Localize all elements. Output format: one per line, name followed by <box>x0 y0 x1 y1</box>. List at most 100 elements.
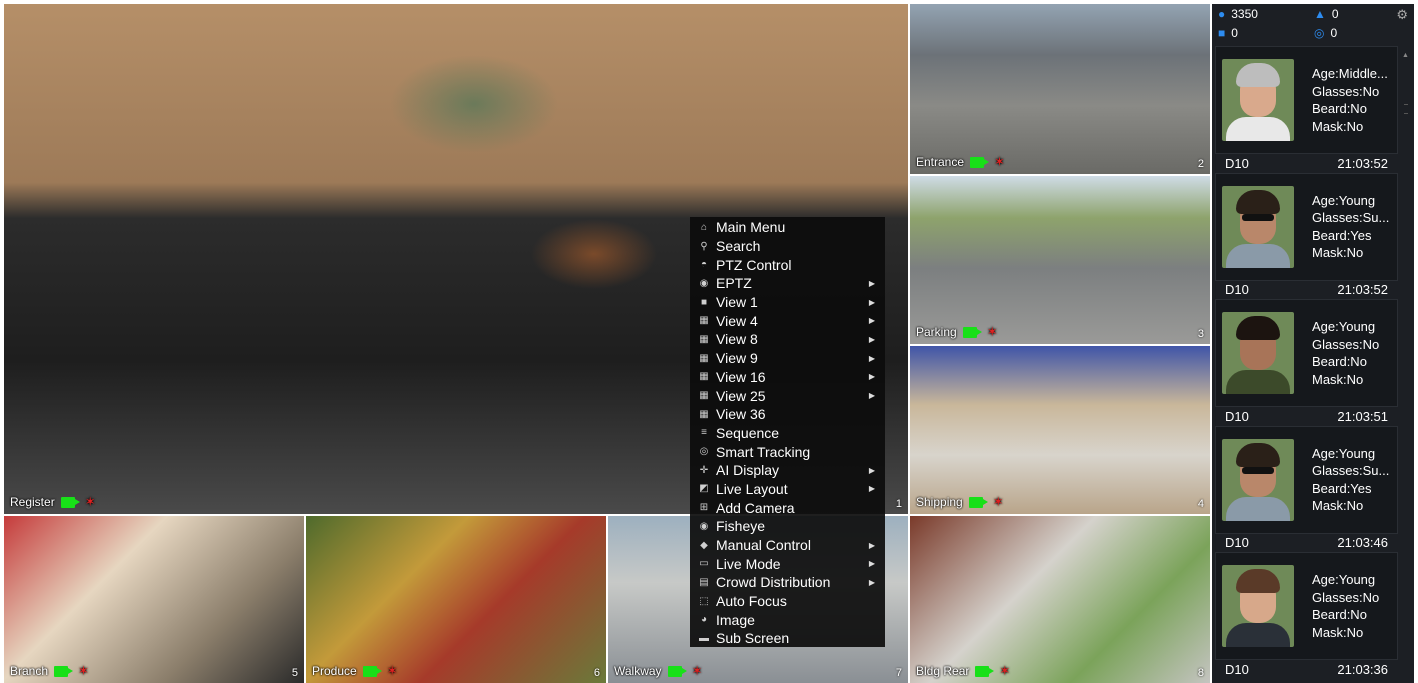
menu-item-label: EPTZ <box>716 275 752 292</box>
menu-item-add-camera[interactable]: ⊞ Add Camera <box>690 498 885 517</box>
people-count: ● 3350 <box>1218 7 1258 21</box>
channel-number: 2 <box>1197 158 1204 170</box>
sub-screen-icon: ▬ <box>699 632 709 644</box>
menu-item-ptz-control[interactable]: ◓ PTZ Control <box>690 255 885 274</box>
face-attributes: Age:Young Glasses:Su... Beard:Yes Mask:N… <box>1312 445 1394 515</box>
menu-item-fisheye[interactable]: ◉ Fisheye <box>690 517 885 536</box>
vehicle-count-value: 0 <box>1231 26 1238 40</box>
gear-icon[interactable]: ⚙ <box>1396 7 1408 23</box>
face-card-body: Age:Young Glasses:No Beard:No Mask:No <box>1215 299 1398 407</box>
bike-icon: ◎ <box>1314 26 1325 40</box>
camera-feed <box>910 176 1210 344</box>
chevron-right-icon: ▶ <box>868 372 875 382</box>
camera-name: Walkway <box>614 664 662 678</box>
channel-number: 3 <box>1197 328 1204 340</box>
menu-item-live-layout[interactable]: ◩ Live Layout ▶ <box>690 480 885 499</box>
camera-feed <box>910 346 1210 514</box>
menu-item-label: View 4 <box>716 312 758 329</box>
menu-item-crowd-distribution[interactable]: ▤ Crowd Distribution ▶ <box>690 573 885 592</box>
face-card-body: Age:Young Glasses:Su... Beard:Yes Mask:N… <box>1215 172 1398 281</box>
ptz-icon: ◓ <box>700 259 708 271</box>
menu-item-main-menu[interactable]: ⌂ Main Menu <box>690 218 885 237</box>
channel-number: 6 <box>593 667 600 679</box>
camera-view-2[interactable]: Entrance ✶ 2 <box>910 4 1210 174</box>
face-footer: D10 21:03:51 <box>1215 407 1398 425</box>
motion-detect-icon: ✶ <box>691 663 703 678</box>
menu-item-label: View 9 <box>716 350 758 367</box>
view9-icon: ▦ <box>699 352 709 364</box>
camera-name: Produce <box>312 664 357 678</box>
menu-item-image[interactable]: ◕ Image <box>690 610 885 629</box>
camera-feed <box>910 516 1210 683</box>
chevron-right-icon: ▶ <box>868 577 875 587</box>
face-attributes: Age:Middle... Glasses:No Beard:No Mask:N… <box>1312 65 1394 135</box>
face-glasses: Glasses:No <box>1312 83 1380 99</box>
camera-view-4[interactable]: Shipping ✶ 4 <box>910 346 1210 514</box>
camera-view-6[interactable]: Produce ✶ 6 <box>306 516 606 683</box>
menu-item-view-25[interactable]: ▦ View 25 ▶ <box>690 386 885 405</box>
face-hair <box>1236 442 1280 467</box>
camera-feed <box>4 516 304 683</box>
face-detection-panel: ● 3350 ▲ 0 ■ 0 ◎ 0 ⚙ Age:Middle... Glasses:N… <box>1212 4 1414 683</box>
camera-view-3[interactable]: Parking ✶ 3 <box>910 176 1210 344</box>
motion-detect-icon: ✶ <box>992 494 1004 509</box>
menu-item-view-16[interactable]: ▦ View 16 ▶ <box>690 368 885 387</box>
face-hair <box>1236 63 1280 87</box>
sunglasses-mark <box>1242 213 1274 221</box>
menu-item-view-9[interactable]: ▦ View 9 ▶ <box>690 349 885 368</box>
face-channel: D10 <box>1225 535 1249 550</box>
face-card[interactable]: Age:Young Glasses:No Beard:No Mask:No D1… <box>1215 299 1398 426</box>
face-card[interactable]: Age:Young Glasses:Su... Beard:Yes Mask:N… <box>1215 172 1398 300</box>
menu-item-label: AI Display <box>716 462 780 479</box>
face-footer: D10 21:03:46 <box>1215 534 1398 552</box>
record-icon <box>362 665 382 677</box>
context-menu: ⌂ Main Menu ⚲ Search ◓ PTZ Control ◉ EPTZ ▶ ■ View… <box>690 217 885 647</box>
menu-item-view-8[interactable]: ▦ View 8 ▶ <box>690 330 885 349</box>
face-hair <box>1236 189 1280 214</box>
scroll-up-icon[interactable]: ▲ <box>1402 52 1409 59</box>
manual-control-icon: ◆ <box>700 539 708 551</box>
camera-label: Bldg Rear ✶ <box>916 663 1010 679</box>
menu-item-label: Live Mode <box>716 555 781 572</box>
menu-item-eptz[interactable]: ◉ EPTZ ▶ <box>690 274 885 293</box>
scrollbar[interactable] <box>1400 46 1410 676</box>
menu-item-label: Search <box>716 238 761 255</box>
menu-item-ai-display[interactable]: ✛ AI Display ▶ <box>690 461 885 480</box>
face-mask: Mask:No <box>1312 498 1364 513</box>
menu-item-smart-tracking[interactable]: ◎ Smart Tracking <box>690 442 885 461</box>
menu-item-search[interactable]: ⚲ Search <box>690 237 885 256</box>
face-card-body: Age:Young Glasses:Su... Beard:Yes Mask:N… <box>1215 425 1398 534</box>
face-body <box>1226 370 1290 394</box>
face-card[interactable]: Age:Young Glasses:Su... Beard:Yes Mask:N… <box>1215 425 1398 553</box>
nonmotor-count-value: 0 <box>1331 7 1339 21</box>
menu-item-view-36[interactable]: ▦ View 36 <box>690 405 885 424</box>
ai-display-icon: ✛ <box>699 464 709 476</box>
record-icon <box>54 665 74 677</box>
face-beard: Beard:Yes <box>1312 480 1372 496</box>
crowd-icon: ▤ <box>699 576 709 588</box>
chevron-right-icon: ▶ <box>868 353 875 363</box>
menu-item-manual-control[interactable]: ◆ Manual Control ▶ <box>690 536 885 555</box>
chevron-right-icon: ▶ <box>868 278 875 288</box>
camera-view-8[interactable]: Bldg Rear ✶ 8 <box>910 516 1210 683</box>
camera-view-5[interactable]: Branch ✶ 5 <box>4 516 304 683</box>
menu-item-sub-screen[interactable]: ▬ Sub Screen <box>690 629 885 648</box>
sequence-icon: ≡ <box>701 427 707 439</box>
scroll-thumb[interactable] <box>1404 104 1408 114</box>
chevron-right-icon: ▶ <box>868 297 875 307</box>
menu-item-auto-focus[interactable]: ⬚ Auto Focus <box>690 592 885 611</box>
view36-icon: ▦ <box>699 408 709 420</box>
face-card[interactable]: Age:Young Glasses:No Beard:No Mask:No D1… <box>1215 552 1398 679</box>
video-grid: Register ✶ 1 Entrance ✶ 2 Parking ✶ 3 Shipp… <box>4 4 1210 683</box>
menu-item-view-1[interactable]: ■ View 1 ▶ <box>690 293 885 312</box>
vehicle-count: ■ 0 <box>1218 26 1238 40</box>
face-card[interactable]: Age:Middle... Glasses:No Beard:No Mask:N… <box>1215 46 1398 173</box>
menu-item-live-mode[interactable]: ▭ Live Mode ▶ <box>690 554 885 573</box>
face-footer: D10 21:03:52 <box>1215 281 1398 299</box>
face-age: Age:Young <box>1312 319 1376 334</box>
live-layout-icon: ◩ <box>699 483 709 495</box>
chevron-right-icon: ▶ <box>868 316 875 326</box>
menu-item-view-4[interactable]: ▦ View 4 ▶ <box>690 311 885 330</box>
menu-item-label: Smart Tracking <box>716 443 811 460</box>
menu-item-sequence[interactable]: ≡ Sequence <box>690 424 885 443</box>
